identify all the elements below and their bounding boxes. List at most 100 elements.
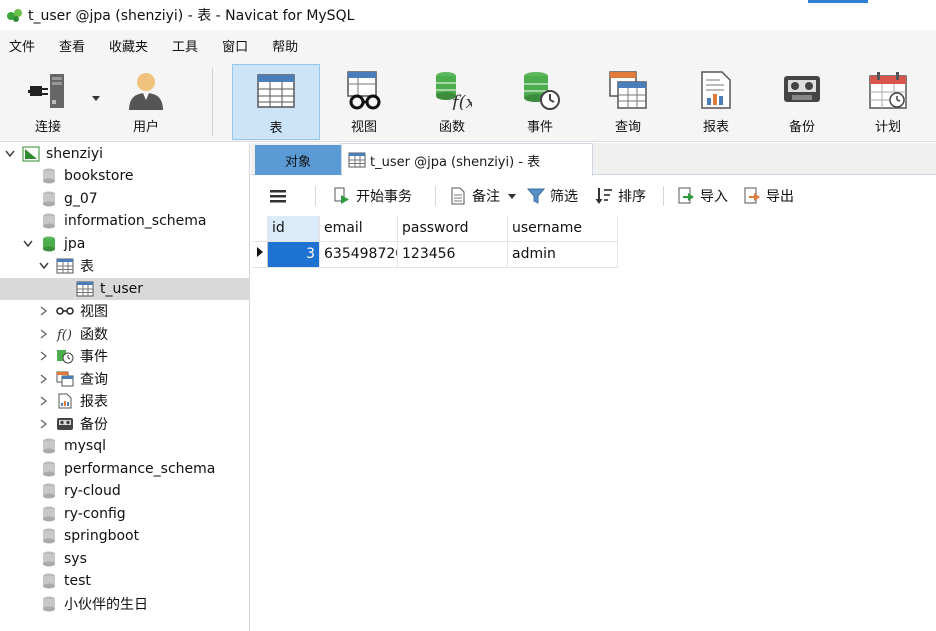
chevron-right-icon[interactable] [38, 373, 50, 385]
sort-label: 排序 [618, 189, 646, 205]
menu-file[interactable]: 文件 [9, 36, 50, 55]
tree-folder-reports[interactable]: 报表 [0, 390, 250, 412]
database-icon [40, 596, 58, 612]
navicat-logo-icon [7, 9, 22, 22]
connect-plug-icon [26, 68, 70, 112]
tree-label: ry-cloud [64, 483, 121, 499]
tree-db-ry-config[interactable]: ry-config [0, 503, 250, 525]
chevron-right-icon[interactable] [38, 350, 50, 362]
table-icon [254, 69, 298, 113]
row-selector[interactable] [253, 241, 268, 268]
chevron-down-icon[interactable] [38, 260, 50, 272]
database-icon [40, 213, 58, 229]
menu-favorites[interactable]: 收藏夹 [100, 36, 163, 55]
tree-label: shenziyi [46, 146, 104, 162]
tree-table-t-user[interactable]: t_user [0, 278, 250, 300]
tree-folder-events[interactable]: 事件 [0, 345, 250, 367]
menu-view[interactable]: 查看 [50, 36, 100, 55]
report-button[interactable]: 报表 [672, 64, 760, 140]
user-button[interactable]: 用户 [104, 64, 188, 140]
chevron-right-icon[interactable] [38, 395, 50, 407]
begin-transaction-button[interactable]: 开始事务 [333, 185, 412, 207]
tree-connection-shenziyi[interactable]: shenziyi [0, 143, 250, 165]
function-button[interactable]: f(x) 函数 [408, 64, 496, 140]
tree-label: 备份 [80, 417, 108, 433]
tree-folder-backups[interactable]: 备份 [0, 413, 250, 435]
tree-label: 视图 [80, 304, 108, 320]
tree-db-test[interactable]: test [0, 570, 250, 592]
hamburger-icon [270, 190, 286, 203]
chevron-down-icon[interactable] [4, 148, 16, 160]
tree-db-springboot[interactable]: springboot [0, 525, 250, 547]
connect-label: 连接 [34, 120, 61, 135]
tree-db-sys[interactable]: sys [0, 548, 250, 570]
begin-transaction-icon [333, 187, 351, 205]
toolbar-separator [212, 68, 213, 136]
schedule-button[interactable]: 计划 [844, 64, 932, 140]
svg-text:f(x): f(x) [450, 92, 472, 110]
tab-table-t-user[interactable]: t_user @jpa (shenziyi) - 表 [341, 143, 593, 176]
table-row[interactable]: 3 635498720 123456 admin [253, 241, 618, 268]
view-button[interactable]: 视图 [320, 64, 408, 140]
schedule-calendar-icon [866, 68, 910, 112]
sort-button[interactable]: 排序 [595, 185, 646, 207]
event-clock-icon [56, 348, 74, 364]
tree-folder-queries[interactable]: 查询 [0, 368, 250, 390]
menu-window[interactable]: 窗口 [213, 36, 263, 55]
backup-button[interactable]: 备份 [758, 64, 846, 140]
notes-button[interactable]: 备注 [449, 185, 516, 207]
database-icon [40, 506, 58, 522]
tree-label: sys [64, 551, 87, 567]
tree-label: 事件 [80, 349, 108, 365]
chevron-right-icon[interactable] [38, 328, 50, 340]
export-button[interactable]: 导出 [743, 185, 794, 207]
database-icon [40, 438, 58, 454]
view-glasses-icon [342, 68, 386, 112]
tree-db-mysql[interactable]: mysql [0, 435, 250, 457]
chevron-down-icon[interactable] [508, 193, 516, 199]
tree-db-ry-cloud[interactable]: ry-cloud [0, 480, 250, 502]
cell-id[interactable]: 3 [267, 241, 320, 268]
column-header-email[interactable]: email [319, 216, 398, 242]
event-button[interactable]: 事件 [496, 64, 584, 140]
cell-username[interactable]: admin [507, 241, 618, 268]
query-button[interactable]: 查询 [584, 64, 672, 140]
tree-db-bookstore[interactable]: bookstore [0, 165, 250, 187]
column-header-id[interactable]: id [267, 216, 320, 242]
cell-password[interactable]: 123456 [397, 241, 508, 268]
tree-label: springboot [64, 528, 140, 544]
tree-folder-tables[interactable]: 表 [0, 255, 250, 277]
current-row-arrow-icon [257, 247, 263, 257]
chevron-right-icon[interactable] [38, 305, 50, 317]
tree-label: test [64, 573, 91, 589]
tree-folder-functions[interactable]: f() 函数 [0, 323, 250, 345]
menu-help[interactable]: 帮助 [263, 36, 313, 55]
chevron-down-icon[interactable] [22, 238, 34, 250]
tree-folder-views[interactable]: 视图 [0, 300, 250, 322]
tab-objects-label: 对象 [284, 154, 311, 170]
tree-db-g07[interactable]: g_07 [0, 188, 250, 210]
table-toolbar: 开始事务 备注 筛选 排序 导入 导出 [251, 176, 936, 216]
tree-label: 函数 [80, 327, 108, 343]
tree-db-performance-schema[interactable]: performance_schema [0, 458, 250, 480]
tree-db-birthdays[interactable]: 小伙伴的生日 [0, 593, 250, 615]
menu-tools[interactable]: 工具 [163, 36, 213, 55]
tree-label: t_user [100, 281, 144, 297]
chevron-right-icon[interactable] [38, 418, 50, 430]
tree-db-information-schema[interactable]: information_schema [0, 210, 250, 232]
tree-db-jpa[interactable]: jpa [0, 233, 250, 255]
title-bar: t_user @jpa (shenziyi) - 表 - Navicat for… [0, 0, 936, 30]
cell-email[interactable]: 635498720 [319, 241, 398, 268]
import-button[interactable]: 导入 [677, 185, 728, 207]
menu-hamburger-button[interactable] [269, 185, 287, 207]
column-header-username[interactable]: username [507, 216, 618, 242]
database-icon [40, 191, 58, 207]
filter-button[interactable]: 筛选 [527, 185, 578, 207]
table-button[interactable]: 表 [232, 64, 320, 140]
tab-objects[interactable]: 对象 [255, 145, 341, 175]
connect-dropdown-arrow[interactable] [92, 96, 100, 101]
connect-button[interactable]: 连接 [8, 64, 88, 140]
query-icon [56, 371, 74, 387]
window-title: t_user @jpa (shenziyi) - 表 - Navicat for… [28, 8, 355, 24]
column-header-password[interactable]: password [397, 216, 508, 242]
